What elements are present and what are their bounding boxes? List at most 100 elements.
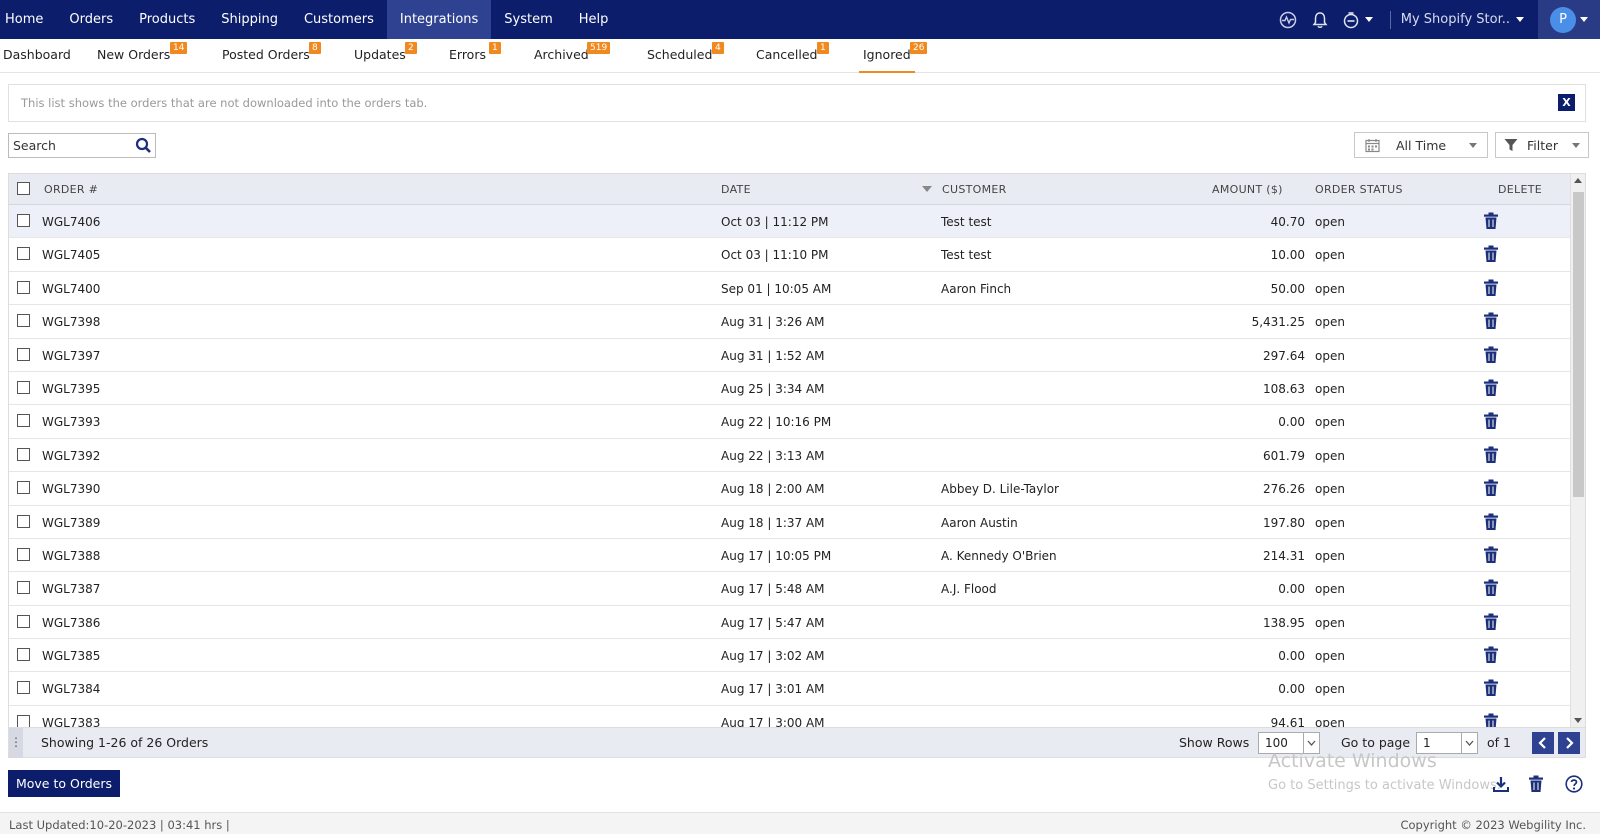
col-customer[interactable]: CUSTOMER (942, 183, 1007, 196)
trash-icon[interactable] (1483, 646, 1499, 667)
help-icon[interactable] (1565, 775, 1583, 796)
trash-icon[interactable] (1528, 775, 1544, 796)
row-checkbox[interactable] (17, 547, 30, 561)
table-row[interactable]: WGL7385 Aug 17 | 3:02 AM 0.00 open (9, 639, 1571, 673)
tab-errors[interactable]: Errors 1 (449, 42, 501, 73)
trash-icon[interactable] (1483, 212, 1499, 233)
table-row[interactable]: WGL7393 Aug 22 | 10:16 PM 0.00 open (9, 405, 1571, 439)
table-row[interactable]: WGL7390 Aug 18 | 2:00 AM Abbey D. Lile-Tay… (9, 472, 1571, 506)
trash-icon[interactable] (1483, 279, 1499, 300)
tab-new-orders[interactable]: New Orders 14 (97, 42, 188, 73)
row-checkbox[interactable] (17, 681, 30, 695)
table-row[interactable]: WGL7392 Aug 22 | 3:13 AM 601.79 open (9, 438, 1571, 473)
vertical-scrollbar[interactable] (1570, 174, 1585, 727)
trash-icon[interactable] (1483, 446, 1499, 467)
nav-orders[interactable]: Orders (56, 0, 126, 39)
nav-customers[interactable]: Customers (291, 0, 387, 39)
order-amount: 5,431.25 (1251, 315, 1305, 330)
col-order[interactable]: ORDER # (44, 183, 98, 196)
row-checkbox[interactable] (17, 581, 30, 595)
filter-button[interactable]: Filter (1495, 132, 1589, 158)
row-checkbox[interactable] (17, 347, 30, 361)
table-row[interactable]: WGL7398 Aug 31 | 3:26 AM 5,431.25 open (9, 305, 1571, 339)
row-checkbox[interactable] (17, 414, 30, 428)
table-row[interactable]: WGL7395 Aug 25 | 3:34 AM 108.63 open (9, 371, 1571, 406)
table-row[interactable]: WGL7388 Aug 17 | 10:05 PM A. Kennedy O'Bri… (9, 538, 1571, 573)
row-checkbox[interactable] (17, 447, 30, 461)
scrollbar-thumb[interactable] (1573, 192, 1584, 497)
close-button[interactable]: X (1558, 94, 1575, 111)
next-page-button[interactable] (1558, 732, 1580, 754)
sort-desc-icon[interactable] (922, 186, 932, 192)
nav-home[interactable]: Home (0, 0, 56, 39)
trash-icon[interactable] (1483, 713, 1499, 727)
trash-icon[interactable] (1483, 579, 1499, 600)
nav-system[interactable]: System (491, 0, 565, 39)
search-input[interactable] (9, 134, 127, 157)
download-icon[interactable] (1492, 775, 1510, 796)
move-to-orders-button[interactable]: Move to Orders (8, 770, 120, 797)
search-icon[interactable] (135, 137, 152, 157)
table-row[interactable]: WGL7387 Aug 17 | 5:48 AM A.J. Flood 0.00 ope… (9, 572, 1571, 606)
table-row[interactable]: WGL7400 Sep 01 | 10:05 AM Aaron Finch 50.00… (9, 271, 1571, 306)
bell-icon[interactable] (1309, 9, 1331, 31)
trash-icon[interactable] (1483, 546, 1499, 567)
col-status[interactable]: ORDER STATUS (1315, 183, 1403, 196)
tab-scheduled[interactable]: Scheduled 4 (647, 42, 724, 73)
nav-help[interactable]: Help (566, 0, 622, 39)
scroll-down-icon[interactable] (1574, 718, 1582, 723)
select-all-checkbox[interactable] (17, 182, 30, 195)
tab-archived[interactable]: Archived 519 (534, 42, 611, 73)
trash-icon[interactable] (1483, 613, 1499, 634)
row-checkbox[interactable] (17, 648, 30, 662)
rows-per-page-value: 100 (1265, 736, 1288, 750)
col-date[interactable]: DATE (721, 183, 751, 196)
trash-icon[interactable] (1483, 346, 1499, 367)
table-row[interactable]: WGL7386 Aug 17 | 5:47 AM 138.95 open (9, 605, 1571, 640)
tab-updates[interactable]: Updates 2 (354, 42, 417, 73)
order-date: Aug 17 | 5:47 AM (721, 615, 825, 630)
time-filter-select[interactable]: All Time (1354, 132, 1488, 158)
row-checkbox[interactable] (17, 214, 30, 227)
col-amount[interactable]: AMOUNT ($) (1212, 183, 1283, 196)
pager-grip-icon[interactable]: ⋮ (9, 728, 23, 758)
trash-icon[interactable] (1483, 245, 1499, 266)
showing-count: Showing 1-26 of 26 Orders (41, 735, 209, 750)
row-checkbox[interactable] (17, 314, 30, 328)
order-date: Sep 01 | 10:05 AM (721, 281, 832, 296)
scroll-up-icon[interactable] (1574, 178, 1582, 183)
row-checkbox[interactable] (17, 380, 30, 394)
prev-page-button[interactable] (1532, 732, 1554, 754)
table-row[interactable]: WGL7389 Aug 18 | 1:37 AM Aaron Austin 197.8… (9, 505, 1571, 539)
table-row[interactable]: WGL7384 Aug 17 | 3:01 AM 0.00 open (9, 672, 1571, 706)
table-row[interactable]: WGL7406 Oct 03 | 11:12 PM Test test 40.70 op… (9, 205, 1571, 239)
nav-products[interactable]: Products (126, 0, 208, 39)
row-checkbox[interactable] (17, 514, 30, 528)
tab-ignored[interactable]: Ignored 26 (859, 42, 928, 73)
activity-icon[interactable] (1277, 9, 1299, 31)
trash-icon[interactable] (1483, 679, 1499, 700)
store-selector[interactable]: My Shopify Stor.. (1401, 12, 1524, 27)
tab-posted-orders[interactable]: Posted Orders 8 (222, 42, 321, 73)
row-checkbox[interactable] (17, 481, 30, 495)
nav-shipping[interactable]: Shipping (208, 0, 291, 39)
trash-icon[interactable] (1483, 513, 1499, 534)
user-menu[interactable]: P (1538, 0, 1600, 39)
row-checkbox[interactable] (17, 247, 30, 261)
timer-icon[interactable] (1341, 9, 1375, 31)
row-checkbox[interactable] (17, 280, 30, 294)
order-number: WGL7395 (42, 381, 101, 396)
nav-integrations[interactable]: Integrations (386, 0, 492, 39)
row-checkbox[interactable] (17, 614, 30, 628)
order-status: open (1315, 348, 1345, 363)
trash-icon[interactable] (1483, 312, 1499, 333)
tab-dashboard[interactable]: Dashboard (3, 47, 71, 73)
row-checkbox[interactable] (17, 714, 30, 727)
table-row[interactable]: WGL7397 Aug 31 | 1:52 AM 297.64 open (9, 338, 1571, 372)
table-row[interactable]: WGL7405 Oct 03 | 11:10 PM Test test 10.00 op… (9, 238, 1571, 272)
trash-icon[interactable] (1483, 479, 1499, 500)
trash-icon[interactable] (1483, 379, 1499, 400)
trash-icon[interactable] (1483, 412, 1499, 433)
table-row[interactable]: WGL7383 Aug 17 | 3:00 AM 94.61 open (9, 705, 1571, 727)
tab-cancelled[interactable]: Cancelled 1 (756, 42, 829, 73)
